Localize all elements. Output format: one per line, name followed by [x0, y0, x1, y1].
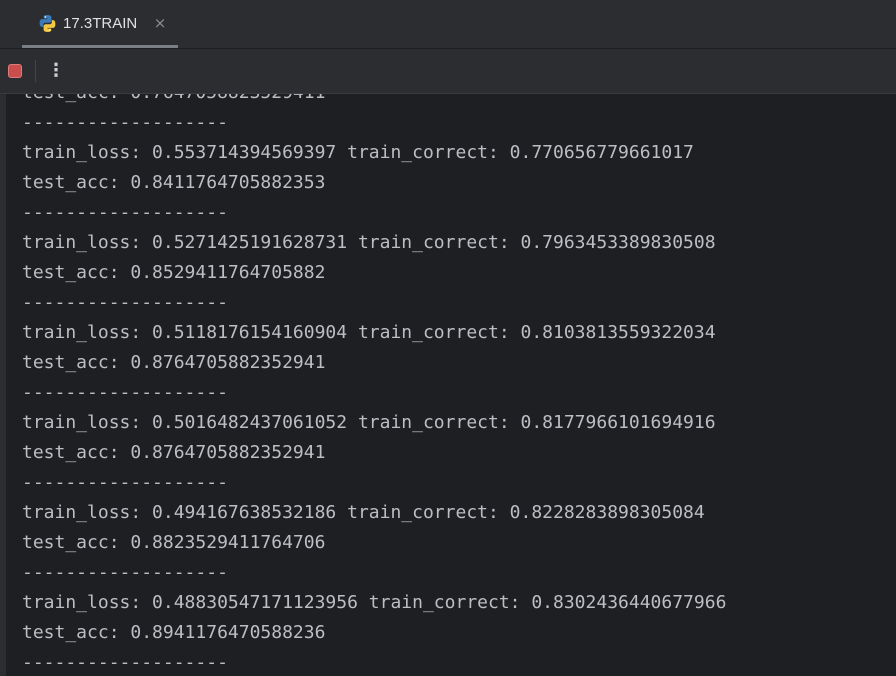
console-line: train_loss: 0.5118176154160904 train_cor… [22, 322, 716, 343]
console-line: ------------------- [22, 652, 228, 673]
stop-icon [8, 64, 22, 78]
tab-bar: 17.3TRAIN × [0, 0, 896, 49]
python-icon [38, 14, 57, 33]
console-line: test_acc: 0.8764705882352941 [22, 352, 326, 373]
active-tab-indicator [22, 45, 178, 48]
console-line: train_loss: 0.5016482437061052 train_cor… [22, 412, 716, 433]
run-toolbar: ⋮ [0, 49, 896, 94]
close-icon[interactable]: × [153, 13, 167, 33]
console-line: train_loss: 0.553714394569397 train_corr… [22, 142, 694, 163]
console-line: ------------------- [22, 472, 228, 493]
console-gutter [0, 94, 6, 676]
console-line: train_loss: 0.494167638532186 train_corr… [22, 502, 705, 523]
console-line: ------------------- [22, 112, 228, 133]
console-line: ------------------- [22, 562, 228, 583]
console-line: test_acc: 0.7647058823529411 [22, 94, 726, 108]
console-lines: test_acc: 0.7647058823529411 -----------… [22, 94, 726, 676]
console-line: test_acc: 0.8823529411764706 [22, 532, 326, 553]
tab-run-config[interactable]: 17.3TRAIN × [22, 0, 178, 48]
console-output[interactable]: test_acc: 0.7647058823529411 -----------… [0, 94, 896, 676]
console-line: ------------------- [22, 292, 228, 313]
console-line: test_acc: 0.8529411764705882 [22, 262, 326, 283]
tab-title: 17.3TRAIN [63, 15, 138, 32]
console-line: test_acc: 0.8411764705882353 [22, 172, 326, 193]
console-line: ------------------- [22, 382, 228, 403]
console-line: ------------------- [22, 202, 228, 223]
console-line: train_loss: 0.48830547171123956 train_co… [22, 592, 727, 613]
more-options-icon[interactable]: ⋮ [46, 60, 66, 82]
console-line: test_acc: 0.8941176470588236 [22, 622, 326, 643]
console-line: test_acc: 0.8764705882352941 [22, 442, 326, 463]
run-window: 17.3TRAIN × ⋮ test_acc: 0.76470588235294… [0, 0, 896, 676]
tab-bar-overflow-edge [0, 16, 6, 32]
toolbar-divider [35, 60, 36, 82]
console-line: train_loss: 0.5271425191628731 train_cor… [22, 232, 716, 253]
stop-button[interactable] [6, 62, 24, 80]
